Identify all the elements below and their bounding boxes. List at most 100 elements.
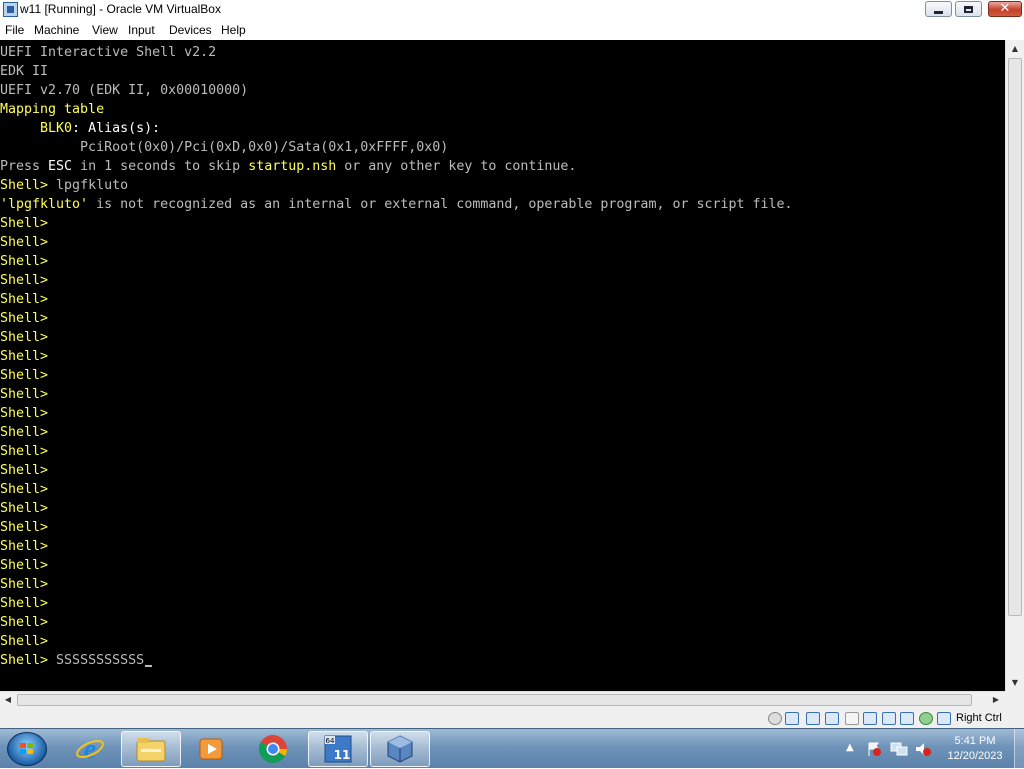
console-line: Shell> xyxy=(0,575,48,594)
usb-icon[interactable] xyxy=(845,712,859,725)
close-button[interactable]: ✕ xyxy=(988,1,1022,17)
network-icon[interactable] xyxy=(825,712,839,725)
audio-icon[interactable] xyxy=(806,712,820,725)
console-text-segment: Shell> xyxy=(0,311,49,326)
taskbar-media-player[interactable] xyxy=(183,731,239,767)
svg-text:64: 64 xyxy=(326,737,335,745)
console-text-segment: Shell> xyxy=(0,501,49,516)
console-line: Shell> xyxy=(0,347,48,366)
console-line: Shell> xyxy=(0,480,48,499)
taskbar-chrome[interactable] xyxy=(245,731,301,767)
shared-folders-icon[interactable] xyxy=(863,712,877,725)
taskbar-internet-explorer[interactable]: e xyxy=(62,731,118,767)
action-center-flag-icon[interactable] xyxy=(866,741,882,757)
console-text-segment: Shell> xyxy=(0,387,49,402)
close-icon: ✕ xyxy=(999,1,1011,16)
display-icon[interactable] xyxy=(882,712,896,725)
console-text-segment: UEFI v2.70 (EDK II, 0x00010000) xyxy=(0,83,249,98)
volume-muted-icon[interactable] xyxy=(914,741,932,757)
video-capture-icon[interactable] xyxy=(900,712,914,725)
console-line: Shell> xyxy=(0,442,48,461)
svg-text:e: e xyxy=(84,734,96,764)
scroll-corner xyxy=(1005,691,1024,708)
clock-date: 12/20/2023 xyxy=(947,750,1003,762)
windows-11-media-icon: 64 11 xyxy=(324,735,352,763)
scroll-right-arrow-icon[interactable]: ▶ xyxy=(988,692,1004,708)
cpu-icon[interactable] xyxy=(919,712,933,725)
console-text-segment: Shell> xyxy=(0,615,49,630)
host-key-label[interactable]: Right Ctrl xyxy=(956,712,1002,724)
console-line: Shell> xyxy=(0,518,48,537)
menu-file[interactable]: File xyxy=(5,23,24,37)
console-text-segment: Shell> xyxy=(0,444,49,459)
menu-view[interactable]: View xyxy=(92,23,118,37)
console-line: Shell> xyxy=(0,366,48,385)
console-line: Shell> xyxy=(0,594,48,613)
console-text-segment: Shell> xyxy=(0,653,57,668)
scroll-up-arrow-icon[interactable]: ▲ xyxy=(1006,40,1024,57)
console-line: Shell> xyxy=(0,385,48,404)
menu-input[interactable]: Input xyxy=(128,23,155,37)
taskbar-file-explorer[interactable] xyxy=(121,731,181,767)
console-text-segment: Shell> xyxy=(0,463,49,478)
title-bar[interactable]: w11 [Running] - Oracle VM VirtualBox ✕ xyxy=(0,0,1024,20)
horizontal-scroll-thumb[interactable] xyxy=(17,694,972,706)
maximize-button[interactable] xyxy=(955,1,982,17)
console-line: Shell> SSSSSSSSSSS xyxy=(0,651,153,670)
console-line: Shell> xyxy=(0,613,48,632)
taskbar-clock[interactable]: 5:41 PM 12/20/2023 xyxy=(940,734,1010,764)
vertical-scrollbar[interactable]: ▲ ▼ xyxy=(1005,40,1024,691)
scroll-down-arrow-icon[interactable]: ▼ xyxy=(1006,674,1024,691)
console-text-segment: Shell> xyxy=(0,178,57,193)
clock-time: 5:41 PM xyxy=(954,735,996,747)
taskbar-vm-w11[interactable]: 64 11 xyxy=(308,731,368,767)
menu-machine[interactable]: Machine xyxy=(34,23,79,37)
media-player-icon xyxy=(199,738,223,760)
windows-taskbar: e 64 11 ▲ 5:41 PM 12/20/2023 xyxy=(0,728,1024,769)
console-text-segment: Shell> xyxy=(0,425,49,440)
console-text-segment: EDK II xyxy=(0,64,49,79)
menu-devices[interactable]: Devices xyxy=(169,23,212,37)
vm-console-screen[interactable]: UEFI Interactive Shell v2.2 EDK II UEFI v2… xyxy=(0,40,1005,691)
console-text-segment: Shell> xyxy=(0,273,49,288)
taskbar-virtualbox[interactable] xyxy=(370,731,430,767)
console-line: Press ESC in 1 seconds to skip startup.n… xyxy=(0,157,576,176)
mouse-integration-icon[interactable] xyxy=(937,712,951,725)
network-status-icon[interactable] xyxy=(890,741,908,757)
console-line: UEFI Interactive Shell v2.2 xyxy=(0,43,216,62)
console-line: PciRoot(0x0)/Pci(0xD,0x0)/Sata(0x1,0xFFF… xyxy=(0,138,448,157)
console-text-segment: Shell> xyxy=(0,349,49,364)
hard-disk-icon[interactable] xyxy=(768,712,782,725)
console-text-segment: Press xyxy=(0,159,49,174)
minimize-button[interactable] xyxy=(925,1,952,17)
window-title: w11 [Running] - Oracle VM VirtualBox xyxy=(20,2,221,16)
vertical-scroll-thumb[interactable] xyxy=(1008,58,1022,616)
console-text-segment xyxy=(0,121,40,136)
console-text-segment: in 1 seconds to skip xyxy=(72,159,249,174)
console-text-segment: or any other key to continue. xyxy=(336,159,577,174)
console-line: UEFI v2.70 (EDK II, 0x00010000) xyxy=(0,81,248,100)
console-text-segment: : Alias(s): xyxy=(72,121,161,136)
start-button[interactable] xyxy=(7,732,47,766)
internet-explorer-icon: e xyxy=(76,734,104,764)
console-text-segment: Shell> xyxy=(0,577,49,592)
console-line: 'lpgfkluto' is not recognized as an inte… xyxy=(0,195,793,214)
windows-logo-icon xyxy=(20,743,34,756)
virtualbox-window-icon[interactable] xyxy=(3,2,18,17)
console-line: EDK II xyxy=(0,62,48,81)
horizontal-scrollbar[interactable]: ◀ ▶ xyxy=(0,691,1005,708)
console-text-segment: UEFI Interactive Shell v2.2 xyxy=(0,45,217,60)
console-text-segment: Shell> xyxy=(0,235,49,250)
console-text-segment: PciRoot(0x0)/Pci(0xD,0x0)/Sata(0x1,0xFFF… xyxy=(0,140,449,155)
optical-drive-icon[interactable] xyxy=(785,712,799,725)
show-hidden-icons-arrow-icon[interactable]: ▲ xyxy=(846,742,854,753)
chrome-icon xyxy=(259,735,287,763)
menu-help[interactable]: Help xyxy=(221,23,246,37)
console-text-segment: Shell> xyxy=(0,254,49,269)
console-text-segment: 'lpgfkluto' xyxy=(0,197,89,212)
console-line: Shell> xyxy=(0,271,48,290)
show-desktop-button[interactable] xyxy=(1014,729,1024,769)
console-text-segment: Shell> xyxy=(0,330,49,345)
console-line: Shell> xyxy=(0,499,48,518)
scroll-left-arrow-icon[interactable]: ◀ xyxy=(0,692,16,708)
